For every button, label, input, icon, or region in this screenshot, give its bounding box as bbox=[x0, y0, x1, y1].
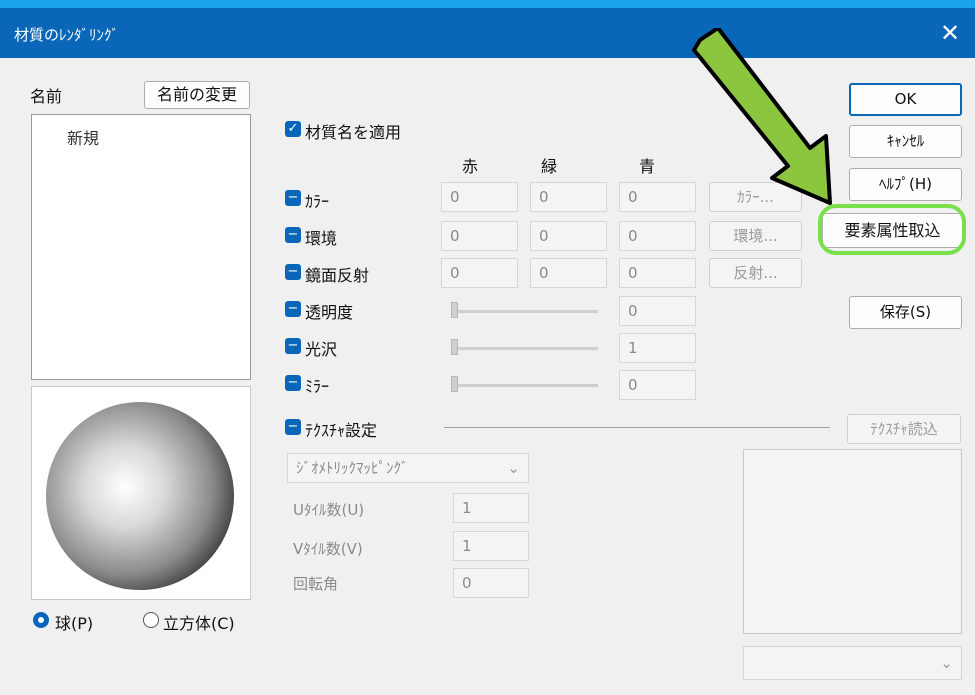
transparency-checkbox[interactable]: − bbox=[285, 301, 301, 317]
apply-material-name-checkbox[interactable]: ✓ bbox=[285, 121, 301, 137]
ambient-red-field[interactable]: 0 bbox=[441, 221, 518, 251]
help-button[interactable]: ﾍﾙﾌﾟ(H) bbox=[849, 168, 962, 201]
texture-checkbox[interactable]: − bbox=[285, 419, 301, 435]
transparency-field[interactable]: 0 bbox=[619, 296, 696, 326]
name-label: 名前 bbox=[30, 87, 63, 106]
close-icon[interactable]: ✕ bbox=[933, 16, 967, 50]
mirror-label: ﾐﾗｰ bbox=[305, 377, 330, 396]
apply-material-name-label: 材質名を適用 bbox=[305, 123, 402, 142]
transparency-slider-track bbox=[451, 310, 598, 313]
ambient-blue-field[interactable]: 0 bbox=[619, 221, 696, 251]
texture-label: ﾃｸｽﾁｬ設定 bbox=[305, 421, 378, 440]
rotation-label: 回転角 bbox=[293, 575, 339, 593]
specular-checkbox[interactable]: − bbox=[285, 264, 301, 280]
ambient-label: 環境 bbox=[305, 229, 338, 248]
material-rendering-dialog: 材質のﾚﾝﾀﾞﾘﾝｸﾞ ✕ 名前 名前の変更 新規 球(P) 立方体(C) ✓ … bbox=[0, 8, 975, 695]
mapping-select[interactable]: ｼﾞｵﾒﾄﾘｯｸﾏｯﾋﾟﾝｸﾞ ⌄ bbox=[287, 453, 529, 483]
u-tile-label: Uﾀｲﾙ数(U) bbox=[293, 501, 365, 519]
rename-button[interactable]: 名前の変更 bbox=[144, 81, 250, 109]
list-item[interactable]: 新規 bbox=[67, 125, 99, 149]
sphere-radio[interactable] bbox=[33, 612, 49, 628]
color-green-field[interactable]: 0 bbox=[530, 182, 607, 212]
chevron-down-icon: ⌄ bbox=[940, 654, 953, 672]
material-list[interactable]: 新規 bbox=[31, 114, 251, 380]
annotation-arrow-icon bbox=[692, 28, 832, 205]
gloss-slider[interactable] bbox=[451, 339, 458, 355]
texture-load-button[interactable]: ﾃｸｽﾁｬ読込 bbox=[847, 414, 961, 444]
mapping-select-value: ｼﾞｵﾒﾄﾘｯｸﾏｯﾋﾟﾝｸﾞ bbox=[296, 459, 409, 477]
sphere-preview bbox=[46, 402, 234, 590]
gloss-label: 光沢 bbox=[305, 340, 338, 359]
gloss-checkbox[interactable]: − bbox=[285, 338, 301, 354]
save-button[interactable]: 保存(S) bbox=[849, 296, 962, 329]
window-title: 材質のﾚﾝﾀﾞﾘﾝｸﾞ bbox=[14, 26, 120, 44]
cube-radio-label[interactable]: 立方体(C) bbox=[163, 610, 235, 634]
specular-picker-button[interactable]: 反射... bbox=[709, 258, 802, 288]
cancel-button[interactable]: ｷｬﾝｾﾙ bbox=[849, 125, 962, 158]
rotation-field[interactable]: 0 bbox=[453, 568, 529, 598]
color-label: ｶﾗｰ bbox=[305, 192, 330, 211]
texture-divider bbox=[444, 427, 830, 428]
gloss-slider-track bbox=[451, 347, 598, 350]
specular-label: 鏡面反射 bbox=[305, 266, 370, 285]
cube-radio[interactable] bbox=[143, 612, 159, 628]
specular-red-field[interactable]: 0 bbox=[441, 258, 518, 288]
transparency-slider[interactable] bbox=[451, 302, 458, 318]
v-tile-label: Vﾀｲﾙ数(V) bbox=[293, 540, 363, 558]
red-header: 赤 bbox=[462, 157, 479, 176]
color-checkbox[interactable]: − bbox=[285, 190, 301, 206]
texture-preview bbox=[743, 449, 962, 634]
specular-green-field[interactable]: 0 bbox=[530, 258, 607, 288]
mirror-slider-track bbox=[451, 384, 598, 387]
mirror-field[interactable]: 0 bbox=[619, 370, 696, 400]
mirror-checkbox[interactable]: − bbox=[285, 375, 301, 391]
blue-header: 青 bbox=[639, 157, 656, 176]
ok-button[interactable]: OK bbox=[849, 83, 962, 116]
v-tile-field[interactable]: 1 bbox=[453, 531, 529, 561]
gloss-field[interactable]: 1 bbox=[619, 333, 696, 363]
transparency-label: 透明度 bbox=[305, 303, 354, 322]
preview-panel bbox=[31, 386, 251, 600]
green-header: 緑 bbox=[541, 157, 558, 176]
color-red-field[interactable]: 0 bbox=[441, 182, 518, 212]
ambient-picker-button[interactable]: 環境... bbox=[709, 221, 802, 251]
mirror-slider[interactable] bbox=[451, 376, 458, 392]
chevron-down-icon: ⌄ bbox=[507, 459, 520, 477]
ambient-green-field[interactable]: 0 bbox=[530, 221, 607, 251]
u-tile-field[interactable]: 1 bbox=[453, 493, 529, 523]
texture-file-select[interactable]: ⌄ bbox=[743, 646, 962, 680]
sphere-radio-label[interactable]: 球(P) bbox=[55, 610, 93, 634]
ambient-checkbox[interactable]: − bbox=[285, 227, 301, 243]
specular-blue-field[interactable]: 0 bbox=[619, 258, 696, 288]
